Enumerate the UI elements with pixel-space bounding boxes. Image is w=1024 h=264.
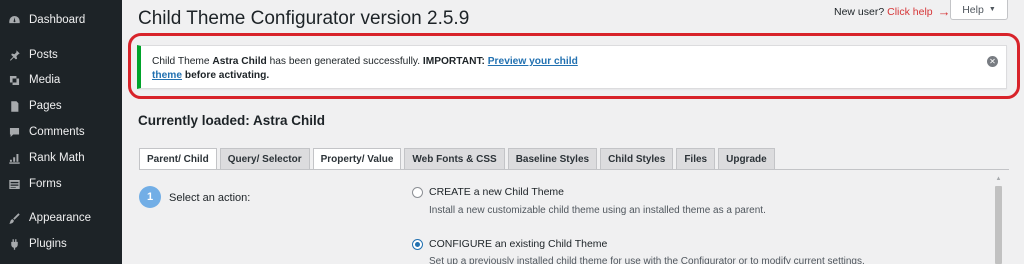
success-notice: Child Theme Astra Child has been generat… xyxy=(137,45,1007,89)
preview-child-theme-link[interactable]: Preview your child xyxy=(488,56,578,67)
tab-upgrade[interactable]: Upgrade xyxy=(718,148,775,169)
configure-option-description: Set up a previously installed child them… xyxy=(429,256,865,264)
sidebar-item-label: Plugins xyxy=(29,238,67,250)
notice-text-3: before activating. xyxy=(182,70,270,81)
sidebar-item-pages[interactable]: Pages xyxy=(0,94,122,118)
caret-down-icon: ▼ xyxy=(988,6,996,13)
scroll-up-arrow-icon[interactable]: ▲ xyxy=(993,176,1004,185)
parent-child-panel: 1 Select an action: CREATE a new Child T… xyxy=(139,170,1009,264)
tab-web-fonts-css[interactable]: Web Fonts & CSS xyxy=(404,148,505,169)
create-radio[interactable] xyxy=(412,186,423,198)
dashboard-icon xyxy=(7,13,21,27)
configure-option-label: CONFIGURE an existing Child Theme xyxy=(429,238,608,250)
page-title: Child Theme Configurator version 2.5.9 xyxy=(138,8,470,29)
click-help-link[interactable]: Click help xyxy=(887,6,933,18)
tab-property-value[interactable]: Property/ Value xyxy=(312,148,402,170)
sidebar-item-comments[interactable]: Comments xyxy=(0,120,122,144)
sidebar-item-label: Forms xyxy=(29,178,62,190)
plugin-icon xyxy=(7,237,21,251)
notice-theme-name: Astra Child xyxy=(212,56,267,67)
sidebar-item-rank-math[interactable]: Rank Math xyxy=(0,146,122,170)
configure-radio[interactable] xyxy=(412,238,423,250)
chart-icon xyxy=(7,151,21,165)
create-child-theme-option[interactable]: CREATE a new Child Theme xyxy=(412,186,564,198)
admin-sidebar: Dashboard Posts Media Pages Comments Ran… xyxy=(0,0,122,264)
panel-scrollbar[interactable]: ▲ xyxy=(993,176,1004,264)
sidebar-item-label: Media xyxy=(29,74,61,86)
media-icon xyxy=(7,73,21,87)
notice-message: Child Theme Astra Child has been generat… xyxy=(152,55,592,83)
sidebar-item-label: Dashboard xyxy=(29,14,86,26)
help-button[interactable]: Help ▼ xyxy=(950,0,1008,20)
tab-query-selector[interactable]: Query/ Selector xyxy=(219,148,310,169)
tab-bar: Parent/ Child Query/ Selector Property/ … xyxy=(139,148,775,170)
notice-important: IMPORTANT: xyxy=(422,56,488,67)
sidebar-item-appearance[interactable]: Appearance xyxy=(0,206,122,230)
sidebar-item-label: Posts xyxy=(29,49,58,61)
forms-icon xyxy=(7,177,21,191)
preview-child-theme-link-2[interactable]: theme xyxy=(152,70,182,81)
sidebar-item-label: Rank Math xyxy=(29,152,85,164)
tab-child-styles[interactable]: Child Styles xyxy=(600,148,674,169)
sidebar-item-label: Comments xyxy=(29,126,85,138)
pin-icon xyxy=(7,48,21,62)
tab-files[interactable]: Files xyxy=(676,148,716,169)
step-number-badge: 1 xyxy=(139,186,161,208)
notice-text-1: Child Theme xyxy=(152,56,213,67)
help-button-label: Help xyxy=(962,3,984,16)
sidebar-item-label: Pages xyxy=(29,100,62,112)
comment-icon xyxy=(7,125,21,139)
sidebar-item-posts[interactable]: Posts xyxy=(0,43,122,67)
scroll-thumb[interactable] xyxy=(995,186,1002,264)
brush-icon xyxy=(7,211,21,225)
create-option-label: CREATE a new Child Theme xyxy=(429,186,564,198)
create-option-description: Install a new customizable child theme u… xyxy=(429,205,766,216)
tab-baseline-styles[interactable]: Baseline Styles xyxy=(507,148,598,169)
new-user-label: New user? xyxy=(834,6,885,18)
sidebar-item-label: Appearance xyxy=(29,212,92,224)
tab-parent-child[interactable]: Parent/ Child xyxy=(139,148,217,170)
dismiss-icon[interactable]: ✕ xyxy=(987,56,998,67)
sidebar-item-forms[interactable]: Forms xyxy=(0,172,122,196)
new-user-hint: New user? Click help → xyxy=(834,4,951,19)
sidebar-item-plugins[interactable]: Plugins xyxy=(0,232,122,256)
sidebar-item-media[interactable]: Media xyxy=(0,68,122,92)
step-label: Select an action: xyxy=(169,192,251,204)
notice-text-2: has been generated successfully. xyxy=(266,56,423,67)
currently-loaded-heading: Currently loaded: Astra Child xyxy=(138,113,326,128)
configure-child-theme-option[interactable]: CONFIGURE an existing Child Theme xyxy=(412,238,607,250)
pages-icon xyxy=(7,99,21,113)
arrow-right-icon: → xyxy=(937,4,951,19)
main-content: Child Theme Configurator version 2.5.9 N… xyxy=(122,0,1024,264)
sidebar-item-dashboard[interactable]: Dashboard xyxy=(0,8,122,32)
